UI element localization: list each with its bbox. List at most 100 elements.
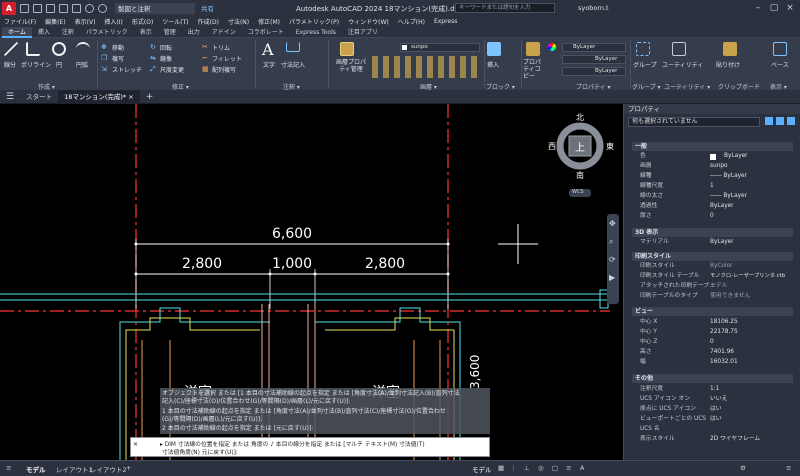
- new-tab-icon[interactable]: +: [140, 90, 160, 104]
- viewcube-north[interactable]: 北: [576, 112, 584, 123]
- prop-row[interactable]: UCS アイコン オン いいえ: [632, 395, 793, 404]
- command-close-icon[interactable]: ✕: [133, 441, 138, 448]
- workspace-dropdown[interactable]: 製図と注釈: [115, 2, 195, 14]
- prop-row[interactable]: 原点に UCS アイコン はい: [632, 405, 793, 414]
- prop-row[interactable]: 線の太さ ―― ByLayer: [632, 192, 793, 201]
- menu-edit[interactable]: 編集(E): [45, 17, 65, 26]
- close-tab-icon[interactable]: ×: [128, 93, 133, 101]
- tab-drawing[interactable]: 18マンション(完成)* ×: [58, 89, 140, 104]
- color-dropdown[interactable]: ByLayer: [562, 43, 626, 52]
- prop-row[interactable]: ビューポートごとの UCS はい: [632, 415, 793, 424]
- hamburger-icon[interactable]: ☰: [0, 90, 20, 104]
- paste-button[interactable]: 貼り付け: [716, 60, 740, 69]
- prop-row[interactable]: 印刷スタイル テーブル モノクロ-レーザープリンタ.ctb: [632, 272, 793, 281]
- layer-properties-button[interactable]: 画層プロパティ管理: [333, 59, 369, 73]
- prop-row[interactable]: 透過性 ByLayer: [632, 202, 793, 211]
- circle-icon[interactable]: [52, 42, 66, 56]
- tab-home[interactable]: ホーム: [2, 26, 32, 38]
- prop-row[interactable]: 注釈尺度 1:1: [632, 385, 793, 394]
- menu-window[interactable]: ウィンドウ(W): [348, 17, 389, 26]
- annotation-scale-icon[interactable]: A: [580, 464, 584, 472]
- section-view[interactable]: ビュー: [632, 307, 793, 316]
- fillet-button[interactable]: フィレット: [212, 54, 242, 63]
- paste-icon[interactable]: [723, 42, 737, 56]
- menu-view[interactable]: 表示(V): [75, 17, 96, 26]
- insert-block-button[interactable]: 挿入: [487, 60, 499, 69]
- redo-icon[interactable]: [98, 3, 107, 13]
- menu-parametric[interactable]: パラメトリック(P): [289, 17, 339, 26]
- viewcube-south[interactable]: 南: [576, 170, 584, 181]
- prop-row[interactable]: 中心 X 18106.25: [632, 318, 793, 327]
- menu-dimension[interactable]: 寸法(N): [228, 17, 249, 26]
- linetype-dropdown[interactable]: ByLayer: [562, 55, 626, 64]
- section-misc[interactable]: その他: [632, 374, 793, 383]
- match-properties-button[interactable]: プロパティコピー: [523, 59, 545, 80]
- add-layout-icon[interactable]: +: [126, 464, 131, 472]
- menu-format[interactable]: 形式(O): [132, 17, 153, 26]
- tab-view[interactable]: 表示: [134, 27, 158, 38]
- quick-select-icon[interactable]: [765, 117, 773, 125]
- select-objects-icon[interactable]: [776, 117, 784, 125]
- menu-modify[interactable]: 修正(M): [258, 17, 280, 26]
- search-input[interactable]: キーワードまたは語句を入力: [455, 3, 555, 13]
- new-file-icon[interactable]: [20, 3, 29, 13]
- save-icon[interactable]: [46, 3, 55, 13]
- rotate-button[interactable]: 回転: [160, 43, 172, 52]
- user-account[interactable]: syoborn.t: [578, 4, 609, 12]
- tab-featured-apps[interactable]: 注目アプリ: [342, 27, 384, 38]
- selection-dropdown[interactable]: 何も選択されていません: [628, 117, 760, 127]
- menu-express[interactable]: Express: [434, 18, 457, 25]
- scale-button[interactable]: 尺度変更: [160, 65, 184, 74]
- undo-icon[interactable]: [85, 3, 94, 13]
- circle-button[interactable]: 円: [56, 60, 62, 69]
- menu-insert[interactable]: 挿入(I): [104, 17, 122, 26]
- tab-insert[interactable]: 挿入: [32, 27, 56, 38]
- plot-icon[interactable]: [72, 3, 81, 13]
- model-space-button[interactable]: モデル: [472, 464, 492, 474]
- close-icon[interactable]: ×: [784, 2, 796, 14]
- prop-row[interactable]: 線種 ―― ByLayer: [632, 172, 793, 181]
- utilities-button[interactable]: ユーティリティ: [662, 60, 703, 69]
- dimension-icon[interactable]: [286, 42, 300, 52]
- menu-draw[interactable]: 作成(D): [198, 17, 219, 26]
- drawing-canvas[interactable]: 6,600 2,800 1,000 2,800 洋室 洋室 3,600 北 南 …: [0, 104, 623, 460]
- prop-row[interactable]: UCS 名: [632, 425, 793, 434]
- group-icon[interactable]: [636, 42, 650, 56]
- section-3d[interactable]: 3D 表示: [632, 228, 793, 237]
- tab-parametric[interactable]: パラメトリック: [80, 27, 134, 38]
- showmotion-icon[interactable]: ▶: [609, 273, 615, 282]
- tab-manage[interactable]: 管理: [158, 27, 182, 38]
- workspace-icon[interactable]: ⚙: [740, 464, 746, 472]
- menu-icon[interactable]: ≡: [6, 464, 11, 472]
- prop-row[interactable]: 表示スタイル 2D ワイヤフレーム: [632, 435, 793, 444]
- arc-icon[interactable]: [76, 42, 90, 56]
- pan-icon[interactable]: ✥: [609, 219, 616, 228]
- app-menu-button[interactable]: A: [2, 1, 16, 15]
- move-button[interactable]: 移動: [112, 43, 124, 52]
- prop-row[interactable]: 高さ 7401.96: [632, 348, 793, 357]
- open-file-icon[interactable]: [33, 3, 42, 13]
- layer-properties-icon[interactable]: [340, 42, 354, 56]
- osnap-icon[interactable]: □: [552, 464, 558, 472]
- base-view-icon[interactable]: [773, 42, 787, 56]
- menu-tools[interactable]: ツール(T): [162, 17, 188, 26]
- stretch-button[interactable]: ストレッチ: [112, 65, 142, 74]
- tab-model[interactable]: モデル: [26, 464, 46, 474]
- grid-icon[interactable]: ▦: [498, 464, 504, 472]
- maximize-icon[interactable]: ▢: [768, 2, 780, 14]
- viewcube-top[interactable]: 上: [575, 139, 585, 154]
- lineweight-dropdown[interactable]: ByLayer: [562, 67, 626, 76]
- text-button[interactable]: 文字: [263, 60, 275, 69]
- toggle-pickadd-icon[interactable]: [787, 117, 795, 125]
- prop-row[interactable]: 線種尺度 1: [632, 182, 793, 191]
- prop-row[interactable]: 印刷スタイル ByColor: [632, 262, 793, 271]
- arc-button[interactable]: 円弧: [76, 60, 88, 69]
- polar-icon[interactable]: ◎: [538, 464, 544, 472]
- trim-button[interactable]: トリム: [212, 43, 230, 52]
- prop-row[interactable]: 中心 Z0: [632, 338, 793, 347]
- utilities-icon[interactable]: [672, 42, 686, 56]
- minimize-icon[interactable]: –: [752, 2, 764, 14]
- tab-start[interactable]: スタート: [20, 90, 58, 104]
- share-button[interactable]: 共有: [201, 3, 214, 13]
- prop-row[interactable]: アタッチされた印刷テーブ... モデル: [632, 282, 793, 291]
